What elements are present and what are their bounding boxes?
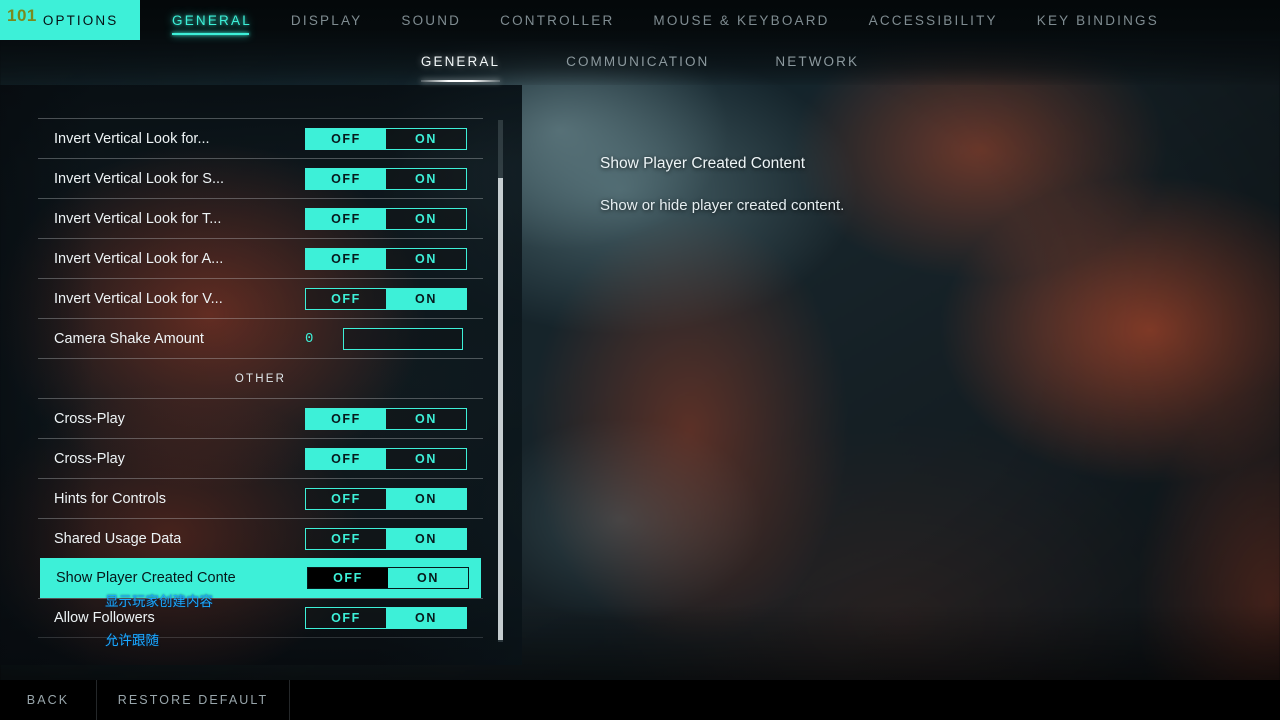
- scrollbar-thumb[interactable]: [498, 178, 503, 640]
- toggle-option-on[interactable]: ON: [386, 208, 466, 229]
- options-badge-count: 101: [7, 5, 37, 25]
- tab-sound[interactable]: SOUND: [401, 0, 461, 40]
- toggle-invert-vertical-look-for-s[interactable]: OFF ON: [305, 167, 467, 190]
- toggle-option-off[interactable]: OFF: [306, 408, 386, 429]
- toggle-option-off[interactable]: OFF: [306, 488, 386, 509]
- subtab-network[interactable]: NETWORK: [775, 54, 859, 72]
- setting-row-show-player-created-conte[interactable]: Show Player Created Conte OFF ON: [40, 558, 481, 598]
- toggle-option-on[interactable]: ON: [386, 408, 466, 429]
- setting-label: Show Player Created Conte: [56, 570, 236, 586]
- toggle-invert-vertical-look-for[interactable]: OFF ON: [305, 127, 467, 150]
- tab-key-bindings[interactable]: KEY BINDINGS: [1037, 0, 1159, 40]
- setting-row-invert-vertical-look-for-s[interactable]: Invert Vertical Look for S... OFF ON: [38, 158, 483, 198]
- toggle-option-off[interactable]: OFF: [306, 208, 386, 229]
- setting-label: Invert Vertical Look for S...: [54, 170, 225, 187]
- setting-label: Camera Shake Amount: [54, 330, 204, 347]
- tab-accessibility[interactable]: ACCESSIBILITY: [869, 0, 998, 40]
- toggle-option-on[interactable]: ON: [388, 568, 468, 588]
- setting-row-camera-shake-amount[interactable]: Camera Shake Amount 0: [38, 318, 483, 358]
- toggle-option-on[interactable]: ON: [386, 288, 466, 309]
- slider-camera-shake-amount[interactable]: 0: [305, 327, 505, 350]
- setting-label: Invert Vertical Look for...: [54, 130, 210, 147]
- toggle-option-on[interactable]: ON: [386, 448, 466, 469]
- settings-scrollbar[interactable]: [498, 120, 503, 642]
- toggle-show-player-created-conte[interactable]: OFF ON: [307, 567, 469, 589]
- description-panel: Show Player Created Content Show or hide…: [600, 155, 1160, 217]
- toggle-option-off[interactable]: OFF: [306, 128, 386, 149]
- toggle-option-off[interactable]: OFF: [306, 448, 386, 469]
- toggle-option-on[interactable]: ON: [386, 168, 466, 189]
- toggle-shared-usage-data[interactable]: OFF ON: [305, 527, 467, 550]
- setting-label: Invert Vertical Look for A...: [54, 250, 224, 267]
- bottom-action-bar: BACK RESTORE DEFAULT: [0, 680, 1280, 720]
- options-title: OPTIONS: [42, 12, 119, 28]
- setting-row-allow-followers[interactable]: Allow Followers OFF ON: [38, 598, 483, 638]
- setting-label: Invert Vertical Look for T...: [54, 210, 222, 227]
- bottom-divider-2: [289, 680, 290, 720]
- toggle-option-on[interactable]: ON: [386, 528, 466, 549]
- toggle-cross-play[interactable]: OFF ON: [305, 447, 467, 470]
- toggle-option-off[interactable]: OFF: [306, 528, 386, 549]
- slider-value: 0: [305, 330, 314, 347]
- description-body: Show or hide player created content.: [600, 197, 845, 214]
- toggle-option-off[interactable]: OFF: [308, 568, 388, 588]
- toggle-cross-play[interactable]: OFF ON: [305, 407, 467, 430]
- setting-row-invert-vertical-look-for[interactable]: Invert Vertical Look for... OFF ON: [38, 118, 483, 158]
- subtab-general[interactable]: GENERAL: [420, 54, 501, 82]
- toggle-option-on[interactable]: ON: [386, 488, 466, 509]
- restore-default-button[interactable]: RESTORE DEFAULT: [97, 680, 289, 720]
- setting-row-invert-vertical-look-for-a[interactable]: Invert Vertical Look for A... OFF ON: [38, 238, 483, 278]
- section-header-label: OTHER: [234, 372, 287, 385]
- setting-row-invert-vertical-look-for-v[interactable]: Invert Vertical Look for V... OFF ON: [38, 278, 483, 318]
- setting-label: Shared Usage Data: [54, 530, 182, 547]
- setting-label: Allow Followers: [54, 610, 155, 626]
- tab-general[interactable]: GENERAL: [172, 0, 252, 40]
- setting-row-hints-for-controls[interactable]: Hints for Controls OFF ON: [38, 478, 483, 518]
- toggle-allow-followers[interactable]: OFF ON: [305, 607, 467, 629]
- primary-tab-list: GENERAL DISPLAY SOUND CONTROLLER MOUSE & KEY…: [172, 0, 1198, 40]
- tab-mouse-keyboard[interactable]: MOUSE & KEYBOARD: [653, 0, 829, 40]
- tab-display[interactable]: DISPLAY: [291, 0, 362, 40]
- slider-track[interactable]: [343, 327, 463, 350]
- setting-row-cross-play[interactable]: Cross-Play OFF ON: [38, 398, 483, 438]
- description-title: Show Player Created Content: [600, 155, 806, 172]
- subtab-communication[interactable]: COMMUNICATION: [566, 54, 709, 72]
- setting-label: Cross-Play: [54, 410, 125, 427]
- toggle-option-on[interactable]: ON: [386, 128, 466, 149]
- toggle-hints-for-controls[interactable]: OFF ON: [305, 487, 467, 510]
- options-screen: 101 OPTIONS GENERAL DISPLAY SOUND CONTROLLE…: [0, 0, 1280, 720]
- settings-list: Invert Vertical Look for... OFF ON Invert V…: [38, 118, 483, 658]
- toggle-invert-vertical-look-for-v[interactable]: OFF ON: [305, 287, 467, 310]
- toggle-option-off[interactable]: OFF: [306, 248, 386, 269]
- back-button[interactable]: BACK: [0, 680, 96, 720]
- setting-label: Cross-Play: [54, 450, 125, 467]
- options-banner: 101 OPTIONS: [0, 0, 140, 40]
- setting-row-shared-usage-data[interactable]: Shared Usage Data OFF ON: [38, 518, 483, 558]
- toggle-option-off[interactable]: OFF: [306, 288, 386, 309]
- setting-row-cross-play[interactable]: Cross-Play OFF ON: [38, 438, 483, 478]
- toggle-option-off[interactable]: OFF: [306, 608, 386, 628]
- top-navigation-bar: 101 OPTIONS GENERAL DISPLAY SOUND CONTROLLE…: [0, 0, 1280, 41]
- toggle-invert-vertical-look-for-a[interactable]: OFF ON: [305, 247, 467, 270]
- toggle-option-on[interactable]: ON: [386, 608, 466, 628]
- setting-label: Hints for Controls: [54, 490, 167, 507]
- toggle-option-on[interactable]: ON: [386, 248, 466, 269]
- setting-row-invert-vertical-look-for-t[interactable]: Invert Vertical Look for T... OFF ON: [38, 198, 483, 238]
- tab-controller[interactable]: CONTROLLER: [500, 0, 614, 40]
- section-header-other: OTHER: [38, 358, 483, 398]
- toggle-invert-vertical-look-for-t[interactable]: OFF ON: [305, 207, 467, 230]
- setting-label: Invert Vertical Look for V...: [54, 290, 223, 307]
- secondary-tab-list: GENERAL COMMUNICATION NETWORK: [0, 41, 1280, 85]
- toggle-option-off[interactable]: OFF: [306, 168, 386, 189]
